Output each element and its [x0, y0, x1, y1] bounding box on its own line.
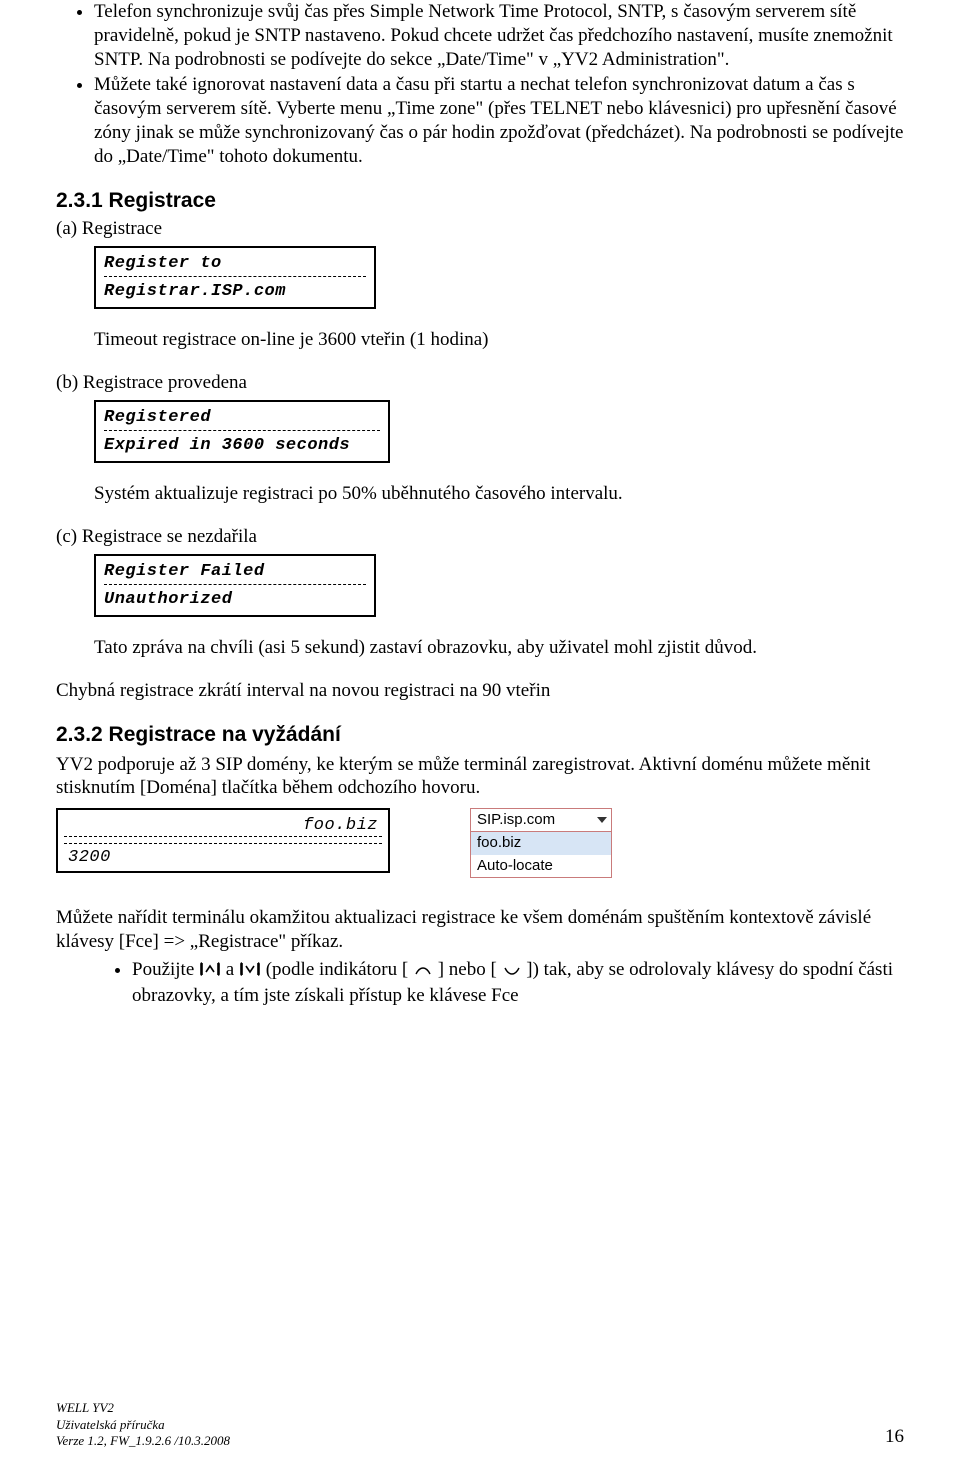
text-fragment: ] nebo [ — [438, 959, 497, 980]
bullet-item: Můžete také ignorovat nastavení data a č… — [94, 73, 904, 168]
page-footer: WELL YV2 Uživatelská příručka Verze 1.2,… — [56, 1400, 904, 1449]
label-b: (b) Registrace provedena — [56, 371, 904, 395]
note-b: Systém aktualizuje registraci po 50% ubě… — [94, 482, 904, 506]
note-c-2: Chybná registrace zkrátí interval na nov… — [56, 679, 904, 703]
key-up-icon — [200, 960, 220, 984]
lcd-domain-bot: 3200 — [68, 848, 111, 867]
text-fragment: (podle indikátoru [ — [266, 959, 408, 980]
bullet-item: Telefon synchronizuje svůj čas přes Simp… — [94, 0, 904, 71]
footer-line: Uživatelská příručka — [56, 1417, 230, 1433]
lcd-register-to: Register to Registrar.ISP.com — [94, 246, 376, 309]
note-c-1: Tato zpráva na chvíli (asi 5 sekund) zas… — [94, 636, 904, 660]
note-a: Timeout registrace on-line je 3600 vteři… — [94, 328, 904, 352]
lcd-domain: foo.biz 3200 — [56, 808, 390, 873]
text-fragment: a — [226, 959, 239, 980]
key-down-icon — [240, 960, 260, 984]
dropdown-header[interactable]: SIP.isp.com — [471, 809, 611, 832]
bullet-list-232: Použijte a (podle indikátoru [ ] nebo [ … — [56, 958, 904, 1008]
footer-line: Verze 1.2, FW_1.9.2.6 /10.3.2008 — [56, 1433, 230, 1449]
dropdown-selected: SIP.isp.com — [477, 811, 555, 830]
footer-line: WELL YV2 — [56, 1400, 230, 1416]
bullet-item: Použijte a (podle indikátoru [ ] nebo [ … — [132, 958, 904, 1008]
lcd-line: Registrar.ISP.com — [104, 282, 286, 301]
domain-dropdown[interactable]: SIP.isp.com foo.biz Auto-locate — [470, 808, 612, 878]
lcd-register-failed: Register Failed Unauthorized — [94, 554, 376, 617]
label-a: (a) Registrace — [56, 217, 904, 241]
page-number: 16 — [885, 1425, 904, 1449]
intro-232: YV2 podporuje až 3 SIP domény, ke kterým… — [56, 753, 904, 801]
lcd-line: Unauthorized — [104, 590, 232, 609]
heading-232: 2.3.2 Registrace na vyžádání — [56, 722, 904, 748]
label-c: (c) Registrace se nezdařila — [56, 525, 904, 549]
intro-bullet-list: Telefon synchronizuje svůj čas přes Simp… — [56, 0, 904, 168]
lcd-domain-top: foo.biz — [303, 816, 378, 835]
lcd-line: Register Failed — [104, 562, 265, 581]
domain-illustration: foo.biz 3200 SIP.isp.com foo.biz Auto-lo… — [56, 808, 904, 878]
lcd-registered: Registered Expired in 3600 seconds — [94, 400, 390, 463]
para-232-2: Můžete nařídit terminálu okamžitou aktua… — [56, 906, 904, 954]
dropdown-list: foo.biz Auto-locate — [470, 831, 612, 879]
lcd-line: Expired in 3600 seconds — [104, 436, 350, 455]
chevron-down-icon — [597, 817, 607, 823]
heading-231: 2.3.1 Registrace — [56, 188, 904, 214]
lcd-line: Register to — [104, 254, 222, 273]
indicator-down-icon — [503, 960, 521, 984]
text-fragment: Použijte — [132, 959, 199, 980]
lcd-line: Registered — [104, 408, 211, 427]
dropdown-item[interactable]: Auto-locate — [471, 855, 611, 878]
indicator-up-icon — [414, 960, 432, 984]
dropdown-item[interactable]: foo.biz — [471, 832, 611, 855]
